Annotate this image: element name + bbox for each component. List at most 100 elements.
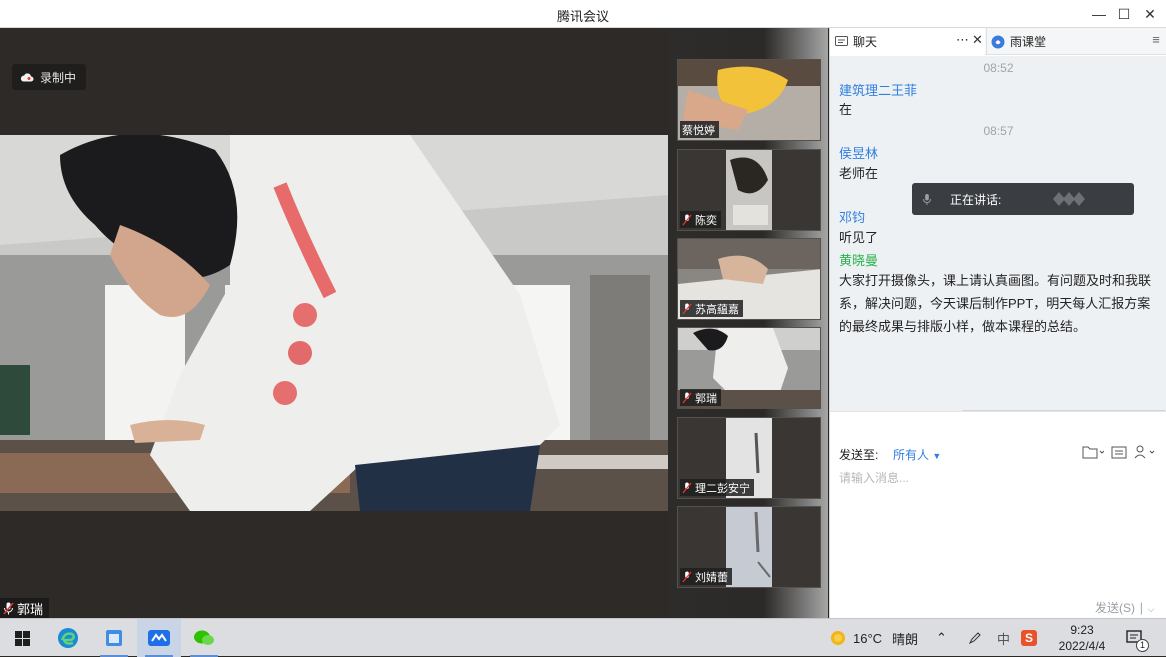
mic-muted-icon — [682, 392, 692, 403]
message-text: 在 — [839, 102, 853, 117]
message-text: 听见了 — [839, 230, 879, 245]
panel-tabs: 聊天 ⋯ ✕ 雨课堂 ≡ — [830, 28, 1166, 55]
edge-icon — [58, 628, 78, 648]
participant-label: 蔡悦婷 — [680, 121, 719, 138]
recipient-value: 所有人 — [893, 448, 930, 462]
clock[interactable]: 9:23 2022/4/4 — [1050, 619, 1114, 657]
send-button-label: 发送(S) — [1095, 601, 1135, 615]
participant-name: 理二彭安宁 — [695, 482, 750, 495]
participant-label: 陈奕 — [680, 211, 721, 228]
message-time: 08:52 — [983, 61, 1014, 75]
participant-tile[interactable]: 理二彭安宁 — [677, 417, 821, 499]
folder-icon[interactable] — [1082, 445, 1104, 459]
mic-muted-icon — [682, 571, 692, 582]
tray-expand-icon[interactable]: ⌃ — [936, 619, 947, 657]
mic-icon — [3, 602, 14, 614]
more-options-icon[interactable]: ⋯ — [956, 32, 969, 48]
mic-icon — [922, 193, 932, 205]
recording-badge[interactable]: 录制中 — [12, 64, 87, 90]
participant-tile[interactable]: 陈奕 — [677, 149, 821, 231]
participant-label: 刘婧蕾 — [680, 568, 732, 585]
speaking-label: 正在讲话: — [950, 192, 1002, 207]
active-speaker-name: 郭瑞 — [17, 601, 44, 617]
tray-ime-indicator[interactable]: 中 — [997, 619, 1010, 657]
window-title: 腾讯会议 — [556, 9, 609, 24]
participant-strip: 蔡悦婷 陈奕 苏高藴嘉 郭瑞 理二彭安宁 刘婧蕾 — [668, 28, 828, 618]
send-options-icon[interactable]: ⌵ — [1148, 604, 1155, 614]
mic-muted-icon — [682, 482, 692, 493]
participant-label: 理二彭安宁 — [680, 479, 754, 496]
clock-time: 9:23 — [1070, 623, 1094, 637]
participant-tile[interactable]: 苏高藴嘉 — [677, 238, 821, 320]
weather-temperature: 16°C — [853, 630, 883, 646]
minimize-button[interactable]: — — [1087, 3, 1111, 25]
file-explorer-icon — [106, 630, 122, 646]
message-sender[interactable]: 建筑理二王菲 — [839, 80, 917, 99]
message-text: 老师在 — [839, 166, 879, 181]
mic-muted-icon — [682, 303, 692, 314]
main-video-image — [0, 135, 668, 511]
wechat-icon — [194, 630, 214, 645]
taskbar-app-edge[interactable] — [46, 619, 90, 657]
taskbar-app-wechat[interactable] — [182, 619, 226, 657]
compose-area: 发送至: 所有人 ▼ 请输入消息... — [830, 411, 1166, 618]
speaking-indicator: 正在讲话: — [912, 183, 1134, 215]
windows-icon — [14, 630, 30, 646]
user-settings-icon[interactable] — [1134, 445, 1158, 459]
taskbar-app-tencent-meeting[interactable] — [137, 619, 181, 657]
participant-tile[interactable]: 刘婧蕾 — [677, 506, 821, 588]
side-panel: 聊天 ⋯ ✕ 雨课堂 ≡ 08:52 建筑理二王菲 在 08:57 侯昱林 老师… — [829, 28, 1166, 618]
tab-rain-classroom[interactable]: 雨课堂 — [986, 28, 1146, 55]
tray-network-icon[interactable] — [968, 619, 982, 657]
cloud-icon — [20, 73, 34, 82]
title-bar: 腾讯会议 — ☐ ✕ — [0, 0, 1166, 28]
participant-label: 郭瑞 — [680, 389, 721, 406]
sun-icon — [831, 631, 845, 645]
pen-icon — [968, 632, 981, 645]
redacted-name-icon — [1053, 192, 1086, 206]
tray-sogou-icon[interactable]: S — [1021, 619, 1037, 657]
participant-tile[interactable]: 蔡悦婷 — [677, 59, 821, 141]
participant-name: 郭瑞 — [695, 392, 717, 405]
tencent-meeting-icon — [148, 630, 170, 646]
recipient-select[interactable]: 所有人 ▼ — [893, 446, 941, 463]
screenshot-icon[interactable] — [1111, 445, 1127, 459]
taskbar: 16°C 晴朗 ⌃ 中 S 9:23 2022/4/4 1 — [0, 618, 1166, 657]
clock-date: 2022/4/4 — [1058, 639, 1106, 653]
send-to-label: 发送至: — [839, 448, 879, 462]
weather-description: 晴朗 — [892, 631, 919, 647]
send-button[interactable]: 发送(S) ∣ ⌵ — [1095, 599, 1155, 616]
tab-chat-label: 聊天 — [853, 35, 878, 49]
participant-name: 蔡悦婷 — [682, 124, 715, 137]
maximize-button[interactable]: ☐ — [1112, 3, 1136, 25]
panel-menu-icon[interactable]: ≡ — [1146, 32, 1166, 47]
participant-name: 刘婧蕾 — [695, 571, 728, 584]
participant-name: 陈奕 — [695, 214, 717, 227]
tab-rain-classroom-label: 雨课堂 — [1010, 35, 1047, 49]
main-video[interactable] — [0, 135, 668, 511]
message-sender[interactable]: 黄晓曼 — [839, 250, 878, 269]
mic-muted-icon — [682, 214, 692, 225]
notification-center[interactable]: 1 — [1126, 619, 1149, 657]
meeting-window: 腾讯会议 — ☐ ✕ 录制中 郭瑞 蔡悦婷 陈奕 苏高藴嘉 郭瑞 理二彭安宁 刘… — [0, 0, 1166, 618]
chat-messages: 08:52 建筑理二王菲 在 08:57 侯昱林 老师在 09:03 邓钧 听见… — [830, 56, 1166, 436]
close-tab-icon[interactable]: ✕ — [972, 32, 983, 48]
message-sender[interactable]: 侯昱林 — [839, 143, 878, 162]
main-stage: 录制中 郭瑞 — [0, 28, 668, 618]
message-input[interactable]: 请输入消息... — [839, 469, 909, 486]
chat-icon — [835, 35, 848, 46]
sogou-tray-icon: S — [1021, 630, 1037, 646]
message-text: 大家打开摄像头，课上请认真画图。有问题及时和我联系，解决问题，今天课后制作PPT… — [839, 273, 1152, 334]
taskbar-app-explorer[interactable] — [92, 619, 136, 657]
recording-label: 录制中 — [40, 70, 77, 85]
notification-count: 1 — [1136, 639, 1149, 652]
weather-widget[interactable]: 16°C 晴朗 — [829, 619, 918, 657]
message-time: 08:57 — [983, 124, 1014, 138]
close-window-button[interactable]: ✕ — [1138, 3, 1162, 25]
message-sender[interactable]: 邓钧 — [839, 207, 865, 226]
start-button[interactable] — [0, 619, 44, 657]
participant-label: 苏高藴嘉 — [680, 300, 743, 317]
active-speaker-tag: 郭瑞 — [0, 598, 50, 618]
rain-classroom-icon — [991, 35, 1005, 48]
participant-tile[interactable]: 郭瑞 — [677, 327, 821, 409]
